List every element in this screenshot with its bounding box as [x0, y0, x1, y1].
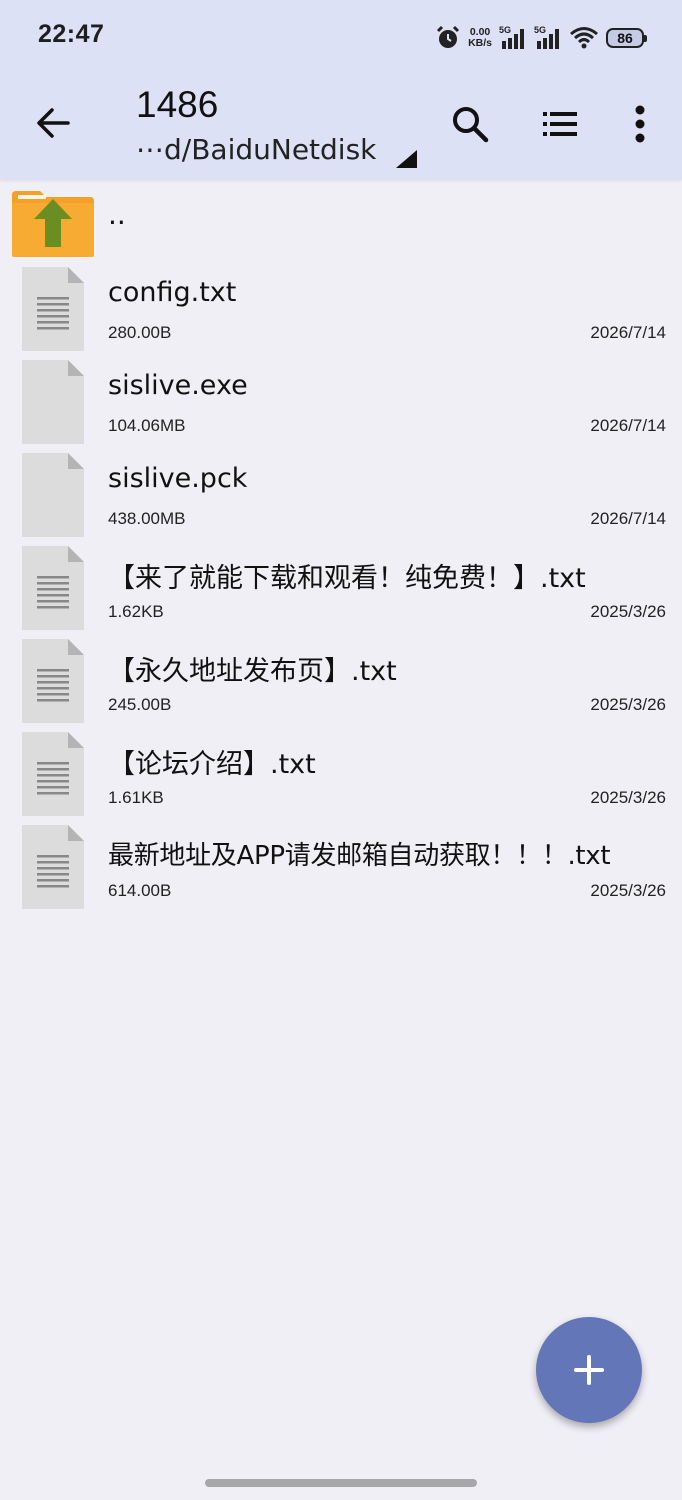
- alarm-icon: [437, 25, 460, 48]
- file-name: 【论坛介绍】.txt: [108, 749, 316, 780]
- folder-up-icon: [12, 191, 94, 257]
- status-icons: 0.00 KB/s 5G 5G 86: [435, 22, 647, 54]
- list-view-icon[interactable]: [538, 102, 582, 146]
- signal-sim2: 5G: [534, 25, 562, 51]
- search-icon[interactable]: [448, 102, 492, 146]
- parent-directory-row[interactable]: ..: [0, 180, 682, 265]
- file-list: .. config.txt 280.00B 2026/7/14 sislive.…: [0, 180, 682, 916]
- text-file-icon: [22, 546, 84, 630]
- file-date: 2025/3/26: [590, 602, 666, 621]
- file-row[interactable]: config.txt 280.00B 2026/7/14: [0, 265, 682, 358]
- file-row[interactable]: 最新地址及APP请发邮箱自动获取！！！.txt 614.00B 2025/3/2…: [0, 823, 682, 916]
- file-size: 245.00B: [108, 695, 172, 714]
- file-size: 1.61KB: [108, 788, 164, 807]
- file-size: 104.06MB: [108, 416, 186, 435]
- file-name: config.txt: [108, 277, 237, 308]
- file-date: 2026/7/14: [590, 416, 666, 435]
- file-row[interactable]: 【来了就能下载和观看！纯免费！】.txt 1.62KB 2025/3/26: [0, 544, 682, 637]
- file-row[interactable]: 【论坛介绍】.txt 1.61KB 2025/3/26: [0, 730, 682, 823]
- toolbar: 1486 ⋯d/BaiduNetdisk: [0, 76, 682, 180]
- status-bar: 22:47 0.00 KB/s 5G 5G 86: [0, 0, 682, 76]
- blank-file-icon: [22, 360, 84, 444]
- network-speed-unit: KB/s: [468, 37, 492, 49]
- file-name: sislive.exe: [108, 370, 248, 401]
- path-dropdown-icon[interactable]: [396, 150, 417, 168]
- text-file-icon: [22, 267, 84, 351]
- back-arrow-icon[interactable]: [30, 100, 76, 146]
- file-date: 2025/3/26: [590, 788, 666, 807]
- parent-directory-label: ..: [108, 198, 126, 231]
- wifi-icon: [570, 27, 598, 49]
- signal-bars-icon: [502, 29, 524, 49]
- file-name: 【来了就能下载和观看！纯免费！】.txt: [108, 563, 586, 594]
- file-row[interactable]: sislive.exe 104.06MB 2026/7/14: [0, 358, 682, 451]
- file-date: 2025/3/26: [590, 881, 666, 900]
- current-path[interactable]: ⋯d/BaiduNetdisk: [136, 133, 376, 166]
- signal-sim1: 5G: [499, 25, 527, 51]
- file-size: 438.00MB: [108, 509, 186, 528]
- plus-icon: [574, 1355, 604, 1385]
- file-date: 2025/3/26: [590, 695, 666, 714]
- file-size: 280.00B: [108, 323, 172, 342]
- text-file-icon: [22, 732, 84, 816]
- blank-file-icon: [22, 453, 84, 537]
- file-name: 【永久地址发布页】.txt: [108, 656, 397, 687]
- file-name: 最新地址及APP请发邮箱自动获取！！！.txt: [108, 841, 611, 871]
- battery-indicator: 86: [606, 28, 647, 48]
- page-title: 1486: [136, 84, 219, 125]
- text-file-icon: [22, 639, 84, 723]
- more-options-icon[interactable]: [618, 102, 662, 146]
- text-file-icon: [22, 825, 84, 909]
- gesture-nav-bar[interactable]: [205, 1479, 477, 1487]
- add-button[interactable]: [536, 1317, 642, 1423]
- app-header: 22:47 0.00 KB/s 5G 5G 86 1486 ⋯d/BaiduNe…: [0, 0, 682, 180]
- file-date: 2026/7/14: [590, 509, 666, 528]
- file-row[interactable]: sislive.pck 438.00MB 2026/7/14: [0, 451, 682, 544]
- file-date: 2026/7/14: [590, 323, 666, 342]
- file-name: sislive.pck: [108, 463, 248, 494]
- file-row[interactable]: 【永久地址发布页】.txt 245.00B 2025/3/26: [0, 637, 682, 730]
- file-size: 614.00B: [108, 881, 172, 900]
- file-size: 1.62KB: [108, 602, 164, 621]
- status-time: 22:47: [38, 20, 105, 48]
- signal-bars-icon: [537, 29, 559, 49]
- network-speed: 0.00 KB/s: [468, 27, 492, 49]
